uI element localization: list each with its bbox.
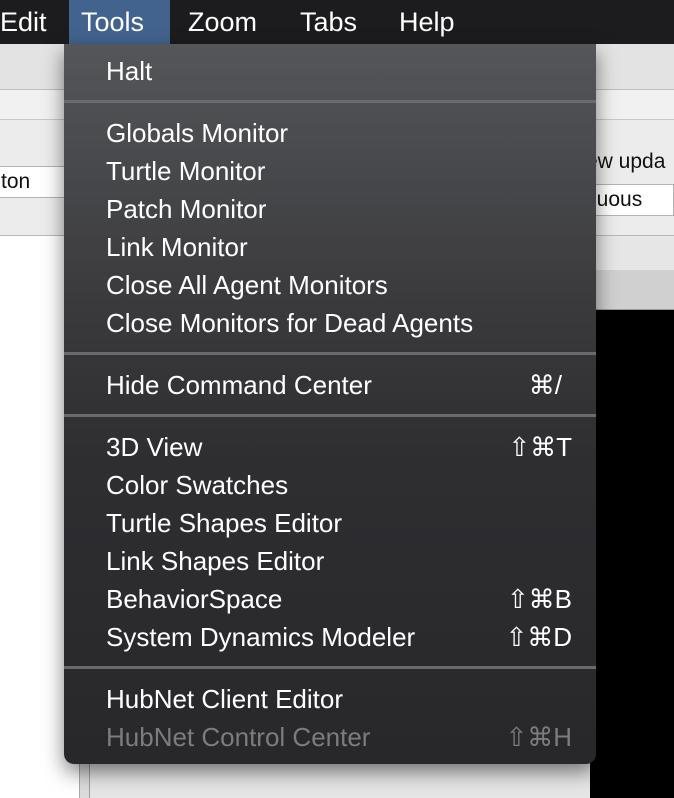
menu-item-hubnet-client-editor[interactable]: HubNet Client Editor bbox=[64, 680, 596, 718]
menu-item-patch-monitor[interactable]: Patch Monitor bbox=[64, 190, 596, 228]
menu-item-label: Close All Agent Monitors bbox=[106, 270, 388, 300]
menu-item-hubnet-control-center: HubNet Control Center ⇧⌘H bbox=[64, 718, 596, 756]
menu-item-label: HubNet Control Center bbox=[106, 722, 371, 752]
menu-item-turtle-monitor[interactable]: Turtle Monitor bbox=[64, 152, 596, 190]
menu-item-behaviorspace[interactable]: BehaviorSpace ⇧⌘B bbox=[64, 580, 596, 618]
menu-item-globals-monitor[interactable]: Globals Monitor bbox=[64, 114, 596, 152]
menu-item-label: Patch Monitor bbox=[106, 194, 267, 224]
menu-item-close-monitors-dead-agents[interactable]: Close Monitors for Dead Agents bbox=[64, 304, 596, 342]
menu-item-shortcut: ⇧⌘B bbox=[506, 584, 572, 614]
menu-item-hide-command-center[interactable]: Hide Command Center ⌘/ bbox=[64, 366, 596, 404]
menu-separator bbox=[64, 100, 596, 103]
menu-item-label: Close Monitors for Dead Agents bbox=[106, 308, 474, 338]
menu-item-label: Globals Monitor bbox=[106, 118, 289, 148]
menu-item-label: System Dynamics Modeler bbox=[106, 622, 416, 652]
menu-bar: Edit Tools Zoom Tabs Help bbox=[0, 0, 674, 44]
menu-item-system-dynamics-modeler[interactable]: System Dynamics Modeler ⇧⌘D bbox=[64, 618, 596, 656]
menu-item-label: BehaviorSpace bbox=[106, 584, 283, 614]
menu-item-halt[interactable]: Halt bbox=[64, 52, 596, 90]
left-button-field[interactable]: ton bbox=[0, 166, 68, 198]
menu-zoom[interactable]: Zoom bbox=[176, 0, 269, 44]
menu-separator bbox=[64, 666, 596, 669]
world-view[interactable] bbox=[590, 310, 674, 798]
menu-item-label: Link Shapes Editor bbox=[106, 546, 325, 576]
menu-item-link-monitor[interactable]: Link Monitor bbox=[64, 228, 596, 266]
menu-item-shortcut: ⇧⌘T bbox=[508, 432, 572, 462]
menu-tools[interactable]: Tools bbox=[69, 0, 170, 44]
menu-separator bbox=[64, 352, 596, 355]
menu-item-label: 3D View bbox=[106, 432, 203, 462]
menu-item-link-shapes-editor[interactable]: Link Shapes Editor bbox=[64, 542, 596, 580]
menu-item-label: Link Monitor bbox=[106, 232, 248, 262]
menu-item-close-all-agent-monitors[interactable]: Close All Agent Monitors bbox=[64, 266, 596, 304]
menu-item-shortcut: ⌘/ bbox=[528, 370, 562, 400]
view-updates-label: ew upda bbox=[586, 150, 666, 173]
menu-item-label: Color Swatches bbox=[106, 470, 289, 500]
tools-menu: Halt Globals Monitor Turtle Monitor Patc… bbox=[64, 44, 596, 764]
menu-item-label: Hide Command Center bbox=[106, 370, 372, 400]
menu-tabs[interactable]: Tabs bbox=[288, 0, 369, 44]
menu-item-label: HubNet Client Editor bbox=[106, 684, 343, 714]
menu-item-shortcut: ⇧⌘D bbox=[505, 622, 572, 652]
menu-separator bbox=[64, 414, 596, 417]
menu-item-shortcut: ⇧⌘H bbox=[505, 722, 572, 752]
menu-help[interactable]: Help bbox=[387, 0, 467, 44]
menu-item-label: Turtle Shapes Editor bbox=[106, 508, 343, 538]
menu-edit[interactable]: Edit bbox=[0, 0, 59, 44]
menu-item-turtle-shapes-editor[interactable]: Turtle Shapes Editor bbox=[64, 504, 596, 542]
view-header bbox=[590, 270, 674, 310]
menu-item-color-swatches[interactable]: Color Swatches bbox=[64, 466, 596, 504]
menu-item-3d-view[interactable]: 3D View ⇧⌘T bbox=[64, 428, 596, 466]
menu-item-label: Halt bbox=[106, 56, 153, 86]
menu-item-label: Turtle Monitor bbox=[106, 156, 266, 186]
